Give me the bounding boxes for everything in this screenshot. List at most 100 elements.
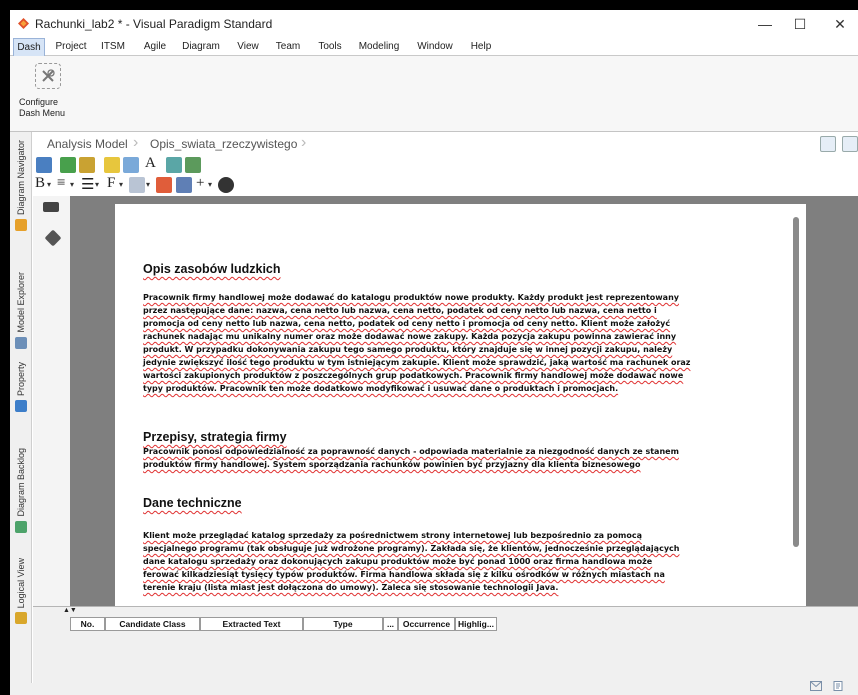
ribbon: Configure Dash Menu [10,56,858,132]
table-icon[interactable] [129,177,145,193]
column-type[interactable]: Type [303,617,383,631]
menu-agile[interactable]: Agile [136,38,174,56]
column-extracted-text[interactable]: Extracted Text [200,617,303,631]
document-status-icon[interactable] [832,681,844,691]
insert-table-icon[interactable] [123,157,139,173]
section-heading: Opis zasobów ludzkich [143,262,281,276]
binoculars-icon[interactable] [218,177,234,193]
paragraph-line: promocja od ceny netto lub nazwa, cena n… [143,319,671,328]
menu-view[interactable]: View [230,38,266,56]
menu-project[interactable]: Project [50,38,92,56]
breadcrumb-analysis-model[interactable]: Analysis Model [47,137,128,151]
breadcrumb-separator-icon: › [133,134,139,151]
paragraph-line: przez następujące dane: nazwa, cena nett… [143,306,657,315]
text-style-icon[interactable]: A [145,155,156,172]
paragraph-line: jedynie zwiększyć ilość tego produktu w … [143,358,691,367]
tab-property[interactable]: Property [11,362,31,413]
paragraph-line: typy produktów. Pracownik ten może dodat… [143,384,619,393]
column-more[interactable]: ... [383,617,398,631]
paragraph-line: ferować kilkadziesiąt tysięcy typów prod… [143,570,665,579]
paragraph-line: produktów firmy handlowej. System sporzą… [143,460,641,469]
configure-dash-label[interactable]: Configure Dash Menu [19,97,65,119]
title-bar: Rachunki_lab2 * - Visual Paradigm Standa… [10,10,858,38]
pin-diagram-icon[interactable] [820,136,836,152]
align-dropdown-icon[interactable]: ▾ [70,180,74,189]
pen-icon[interactable] [44,229,62,247]
toolbar-row-1: A [33,155,858,175]
paragraph-line: Pracownik firmy handlowej może dodawać d… [143,293,679,302]
paragraph-line: Pracownik ponosi odpowiedzialność za pop… [143,447,679,456]
breadcrumb-opis-swiata[interactable]: Opis_swiata_rzeczywistego [150,137,297,151]
add-dropdown-icon[interactable]: ▾ [208,180,212,189]
mail-icon[interactable] [810,681,822,691]
configure-dash-icon[interactable] [35,63,61,89]
section-heading: Przepisy, strategia firmy [143,430,287,444]
app-logo-icon [18,18,29,29]
align-icon[interactable]: ≡ [57,175,65,192]
section-heading: Dane techniczne [143,496,242,510]
menu-help[interactable]: Help [464,38,498,56]
section-paragraph: Klient może przeglądać katalog sprzedaży… [143,529,783,594]
style-icon[interactable] [176,177,192,193]
model-explorer-icon [15,336,27,349]
breadcrumb: Analysis Model › Opis_swiata_rzeczywiste… [33,133,858,155]
bold-button[interactable]: B [35,175,45,192]
menu-team[interactable]: Team [268,38,308,56]
minimize-button[interactable]: — [750,14,780,34]
diagram-backlog-icon [15,520,27,533]
menu-diagram[interactable]: Diagram [176,38,226,56]
vertical-scrollbar[interactable] [793,217,799,547]
font-button[interactable]: F [107,175,115,192]
app-window: Rachunki_lab2 * - Visual Paradigm Standa… [10,10,858,695]
column-highlight[interactable]: Highlig... [455,617,497,631]
paragraph-line: dane katalogu sprzedaży oraz dokonującyc… [143,557,653,566]
document-page[interactable]: Opis zasobów ludzkich Pracownik firmy ha… [115,204,806,606]
menu-tools[interactable]: Tools [310,38,350,56]
logical-view-icon [15,612,27,625]
find-class-icon[interactable] [166,157,182,173]
paragraph-line: produkt. W przypadku dokonywania zakupu … [143,345,673,354]
paragraph-line: wartości zakupionych produktów z poszcze… [143,371,684,380]
find-text-icon[interactable] [185,157,201,173]
panel-resize-arrows-icon[interactable]: ▲▼ [63,607,77,614]
tab-diagram-backlog[interactable]: Diagram Backlog [11,448,31,533]
list-icon[interactable]: ☰ [81,175,94,194]
paragraph-line: rachunek nadając mu unikalny numer oraz … [143,332,677,341]
column-no[interactable]: No. [70,617,105,631]
tab-model-explorer[interactable]: Model Explorer [11,272,31,349]
diagram-view-icon[interactable] [842,136,858,152]
tab-logical-view[interactable]: Logical View [11,558,31,625]
breadcrumb-separator-icon: › [301,134,307,151]
menu-dash[interactable]: Dash [13,38,45,56]
bold-dropdown-icon[interactable]: ▾ [47,180,51,189]
menu-itsm[interactable]: ITSM [94,38,132,56]
open-document-icon[interactable] [36,157,52,173]
color-icon[interactable] [156,177,172,193]
menu-bar: Dash Project ITSM Agile Diagram View Tea… [10,38,858,56]
menu-window[interactable]: Window [410,38,460,56]
ruler-icon[interactable] [43,202,59,212]
menu-modeling[interactable]: Modeling [352,38,406,56]
add-icon[interactable]: + [196,175,204,192]
import-icon[interactable] [60,157,76,173]
list-dropdown-icon[interactable]: ▾ [95,180,99,189]
table-dropdown-icon[interactable]: ▾ [146,180,150,189]
diagram-navigator-icon [15,219,27,232]
column-candidate-class[interactable]: Candidate Class [105,617,200,631]
highlight-icon[interactable] [104,157,120,173]
toolbar-row-2: B ▾ ≡ ▾ ☰ ▾ F ▾ ▾ + ▾ [33,175,858,195]
paragraph-line: terenie kraju (lista miast jest dołączon… [143,583,559,592]
close-button[interactable]: ✕ [825,14,855,34]
tab-diagram-navigator[interactable]: Diagram Navigator [11,140,31,232]
export-icon[interactable] [79,157,95,173]
paragraph-line: Klient może przeglądać katalog sprzedaży… [143,531,642,540]
column-occurrence[interactable]: Occurrence [398,617,455,631]
section-paragraph: Pracownik firmy handlowej może dodawać d… [143,291,783,395]
editor-gutter [33,196,70,606]
status-bar [10,683,858,695]
font-dropdown-icon[interactable]: ▾ [119,180,123,189]
section-paragraph: Pracownik ponosi odpowiedzialność za pop… [143,445,783,471]
maximize-button[interactable]: ☐ [785,14,815,34]
paragraph-line: specjalnego programu (tak obsługuje już … [143,544,680,553]
left-side-panel: Diagram Navigator Model Explorer Propert… [10,132,32,685]
